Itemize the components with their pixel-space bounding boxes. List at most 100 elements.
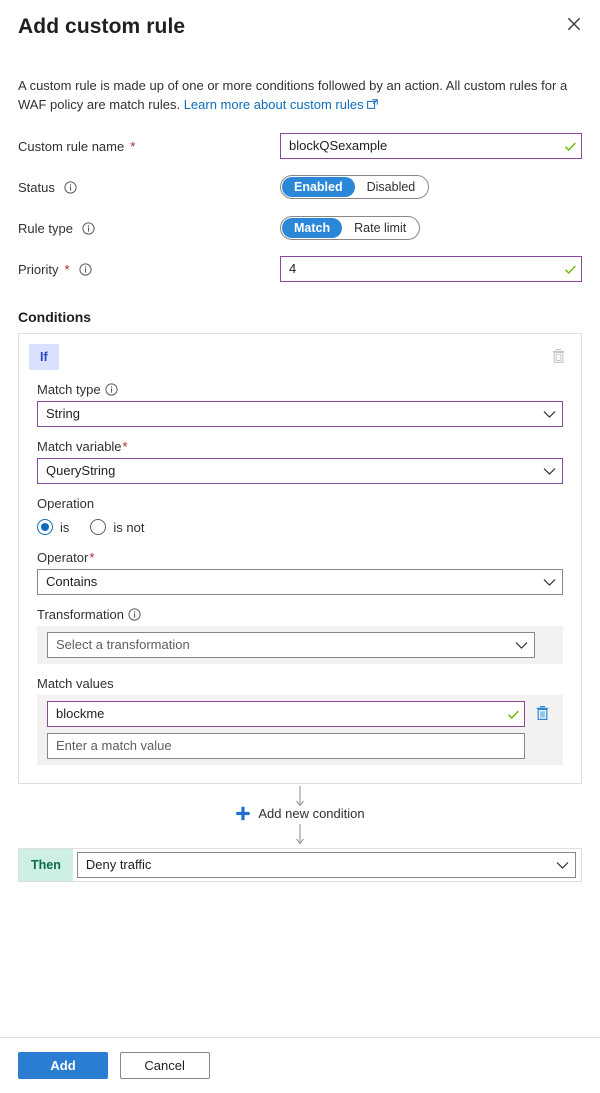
status-option-enabled[interactable]: Enabled: [282, 177, 355, 197]
checkmark-icon: [559, 140, 581, 153]
field-custom-rule-name: Custom rule name * blockQSexample: [18, 131, 582, 161]
rule-form: Custom rule name * blockQSexample Status: [0, 115, 600, 284]
match-values-shade: blockme: [37, 695, 563, 765]
custom-rule-name-value: blockQSexample: [281, 134, 559, 158]
radio-dot: [41, 523, 49, 531]
new-match-value-placeholder: Enter a match value: [48, 734, 180, 758]
required-asterisk: *: [123, 439, 128, 454]
match-value-input[interactable]: blockme: [47, 701, 525, 727]
external-link-icon: [367, 96, 378, 115]
label-text: Match variable: [37, 439, 122, 454]
field-status: Status Enabled Disabled: [18, 172, 582, 202]
transformation-dropdown[interactable]: Select a transformation: [47, 632, 535, 658]
field-priority: Priority * 4: [18, 254, 582, 284]
match-type-label: Match type: [37, 382, 563, 397]
label-text: Status: [18, 180, 55, 195]
match-type-dropdown[interactable]: String: [37, 401, 563, 427]
then-action-dropdown[interactable]: Deny traffic: [77, 852, 576, 878]
intro-text: A custom rule is made up of one or more …: [0, 46, 600, 115]
rule-type-label: Rule type: [18, 221, 280, 236]
cancel-button[interactable]: Cancel: [120, 1052, 210, 1079]
delete-match-value-button[interactable]: [531, 702, 553, 726]
match-value-text: blockme: [48, 702, 502, 726]
match-values-label: Match values: [37, 676, 563, 691]
operator-value: Contains: [38, 570, 536, 594]
required-asterisk: *: [64, 262, 69, 277]
operation-label: Operation: [37, 496, 563, 511]
label-text: Operator: [37, 550, 88, 565]
radio-is-label[interactable]: is: [60, 520, 69, 535]
field-rule-type: Rule type Match Rate limit: [18, 213, 582, 243]
match-variable-label: Match variable *: [37, 439, 563, 454]
chevron-down-icon: [508, 641, 534, 650]
chevron-down-icon: [536, 467, 562, 476]
status-option-disabled[interactable]: Disabled: [355, 177, 428, 197]
panel-header: Add custom rule: [0, 0, 600, 46]
transformation-placeholder: Select a transformation: [48, 633, 508, 657]
status-toggle[interactable]: Enabled Disabled: [280, 175, 429, 199]
then-action-value: Deny traffic: [78, 853, 549, 877]
radio-is-not[interactable]: [90, 519, 106, 535]
required-asterisk: *: [130, 139, 135, 154]
if-badge: If: [29, 344, 59, 370]
match-variable-value: QueryString: [38, 459, 536, 483]
label-text: Match values: [37, 676, 114, 691]
chevron-down-icon: [536, 410, 562, 419]
arrow-down-icon-bottom: [295, 824, 306, 849]
chevron-down-icon: [536, 578, 562, 587]
match-variable-dropdown[interactable]: QueryString: [37, 458, 563, 484]
label-text: Match type: [37, 382, 101, 397]
priority-input[interactable]: 4: [280, 256, 582, 282]
then-action-wrap: Deny traffic: [73, 849, 581, 881]
rule-type-toggle[interactable]: Match Rate limit: [280, 216, 420, 240]
then-badge: Then: [19, 849, 73, 881]
match-type-value: String: [38, 402, 536, 426]
conditions-heading: Conditions: [0, 295, 600, 333]
label-text: Custom rule name: [18, 139, 124, 154]
transformation-shade: Select a transformation: [37, 626, 563, 664]
info-icon[interactable]: [64, 181, 77, 194]
checkmark-icon: [502, 708, 524, 721]
info-icon[interactable]: [128, 608, 141, 621]
priority-value: 4: [281, 257, 559, 281]
custom-rule-name-label: Custom rule name *: [18, 139, 280, 154]
rule-type-option-match[interactable]: Match: [282, 218, 342, 238]
page-title: Add custom rule: [18, 14, 582, 40]
close-button[interactable]: [558, 8, 590, 40]
conditions-area: If Match type: [0, 333, 600, 784]
trash-icon: [535, 705, 550, 724]
learn-more-link[interactable]: Learn more about custom rules: [184, 97, 364, 112]
add-condition-connector: Add new condition: [18, 784, 582, 848]
info-icon[interactable]: [79, 263, 92, 276]
condition-card-header: If: [29, 344, 571, 372]
label-text: Transformation: [37, 607, 124, 622]
match-value-row: blockme: [47, 701, 553, 727]
new-match-value-input[interactable]: Enter a match value: [47, 733, 525, 759]
then-row: Then Deny traffic: [18, 848, 582, 882]
close-icon: [567, 17, 581, 31]
chevron-down-icon: [549, 861, 575, 870]
label-text: Operation: [37, 496, 94, 511]
custom-rule-name-input[interactable]: blockQSexample: [280, 133, 582, 159]
condition-card: If Match type: [18, 333, 582, 784]
status-label: Status: [18, 180, 280, 195]
priority-label: Priority *: [18, 262, 280, 277]
radio-is[interactable]: [37, 519, 53, 535]
add-new-condition-label: Add new condition: [258, 806, 364, 821]
info-icon[interactable]: [105, 383, 118, 396]
label-text: Priority: [18, 262, 58, 277]
radio-is-not-label[interactable]: is not: [113, 520, 144, 535]
trash-icon: [551, 348, 566, 367]
add-button[interactable]: Add: [18, 1052, 108, 1079]
transformation-label: Transformation: [37, 607, 563, 622]
required-asterisk: *: [89, 550, 94, 565]
operation-radio-group: is is not: [37, 516, 563, 538]
checkmark-icon: [559, 263, 581, 276]
footer-actions: Add Cancel: [0, 1037, 600, 1093]
info-icon[interactable]: [82, 222, 95, 235]
rule-type-option-rate-limit[interactable]: Rate limit: [342, 218, 418, 238]
operator-dropdown[interactable]: Contains: [37, 569, 563, 595]
delete-condition-button[interactable]: [545, 344, 571, 370]
operator-label: Operator *: [37, 550, 563, 565]
add-new-condition-button[interactable]: Add new condition: [229, 806, 370, 821]
